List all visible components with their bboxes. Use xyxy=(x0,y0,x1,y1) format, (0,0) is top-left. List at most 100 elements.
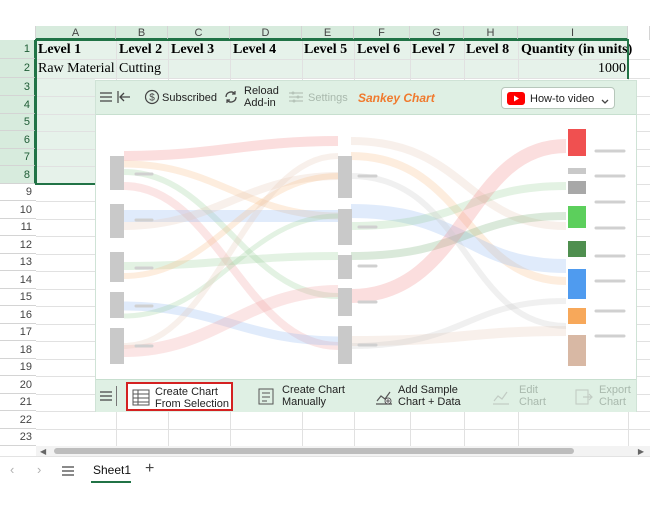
row-header-4[interactable]: 4 xyxy=(0,96,36,114)
sankey-node-dark-green xyxy=(568,241,586,257)
cell-e1[interactable]: Level 5 xyxy=(304,42,347,58)
sankey-node xyxy=(338,326,352,364)
sheet-list-menu-icon[interactable] xyxy=(61,464,75,476)
row-header-1[interactable]: 1 xyxy=(0,40,36,59)
list-edit-icon xyxy=(258,388,276,405)
settings-label[interactable]: Settings xyxy=(308,92,348,104)
svg-text:$: $ xyxy=(149,93,155,104)
cell-g1[interactable]: Level 7 xyxy=(412,42,455,58)
reload-label-line2[interactable]: Add-in xyxy=(244,97,276,109)
cell-d1[interactable]: Level 4 xyxy=(233,42,276,58)
prev-sheet-chevron-icon[interactable]: ‹ xyxy=(10,462,14,477)
sample-chart-icon xyxy=(374,388,394,406)
row-header-15[interactable]: 15 xyxy=(0,289,36,306)
toolbar-divider xyxy=(116,386,117,406)
row-header-21[interactable]: 21 xyxy=(0,394,36,411)
add-sample-chart-button[interactable]: Add Sample Chart + Data xyxy=(372,382,472,411)
sankey-flow xyxy=(350,326,567,346)
hamburger-menu-icon[interactable] xyxy=(99,90,113,104)
cell-i1[interactable]: Quantity (in units) xyxy=(521,42,632,58)
row-header-6[interactable]: 6 xyxy=(0,131,36,149)
sankey-flow xyxy=(123,136,339,161)
hamburger-menu-icon[interactable] xyxy=(99,389,113,403)
scroll-right-icon[interactable]: ▶ xyxy=(638,447,644,456)
sheet-tab-label: Sheet1 xyxy=(93,463,132,477)
column-header-c[interactable]: C xyxy=(168,26,230,40)
export-chart-button[interactable]: Export Chart xyxy=(574,382,636,411)
row-header-12[interactable]: 12 xyxy=(0,236,36,254)
column-header-e[interactable]: E xyxy=(302,26,354,40)
row-header-19[interactable]: 19 xyxy=(0,359,36,376)
horizontal-scrollbar[interactable]: ◀ ▶ xyxy=(36,446,650,456)
youtube-icon xyxy=(507,92,525,105)
column-header-b[interactable]: B xyxy=(116,26,168,40)
subscribed-label[interactable]: Subscribed xyxy=(162,92,217,104)
row-header-22[interactable]: 22 xyxy=(0,411,36,429)
next-sheet-chevron-icon[interactable]: › xyxy=(37,462,41,477)
column-header-g[interactable]: G xyxy=(410,26,464,40)
row-header-16[interactable]: 16 xyxy=(0,306,36,324)
sankey-node xyxy=(110,292,124,318)
row-header-13[interactable]: 13 xyxy=(0,254,36,271)
cell-f1[interactable]: Level 6 xyxy=(357,42,400,58)
column-header-a[interactable]: A xyxy=(36,26,116,40)
sheet-tab-sheet1[interactable]: Sheet1 xyxy=(91,459,131,483)
column-header-f[interactable]: F xyxy=(354,26,410,40)
sankey-chart-svg xyxy=(110,129,626,366)
column-header-j[interactable] xyxy=(628,26,650,40)
row-header-7[interactable]: 7 xyxy=(0,149,36,166)
sankey-node xyxy=(338,209,352,245)
edit-chart-button[interactable]: Edit Chart xyxy=(491,382,551,411)
cell-h1[interactable]: Level 8 xyxy=(466,42,509,58)
add-sheet-plus-icon[interactable]: + xyxy=(145,460,154,478)
sankey-node xyxy=(110,252,124,282)
how-to-video-dropdown[interactable]: How-to video xyxy=(501,87,615,109)
reload-icon[interactable] xyxy=(223,89,239,105)
edit-chart-icon xyxy=(491,388,511,406)
sankey-node xyxy=(338,255,352,279)
sankey-addin-panel: $ Subscribed Reload Add-in Settings Sank… xyxy=(95,80,637,412)
cell-c1[interactable]: Level 3 xyxy=(171,42,214,58)
row-header-23[interactable]: 23 xyxy=(0,429,36,446)
create-chart-manually-button[interactable]: Create Chart Manually xyxy=(256,382,356,411)
create-chart-manually-line2: Manually xyxy=(282,396,327,408)
cell-i2[interactable]: 1000 xyxy=(598,61,626,77)
row-header-18[interactable]: 18 xyxy=(0,341,36,359)
select-all-corner[interactable] xyxy=(0,26,36,40)
settings-sliders-icon xyxy=(288,90,304,104)
row-header-17[interactable]: 17 xyxy=(0,324,36,341)
cell-a2[interactable]: Raw Material xyxy=(38,61,115,77)
column-header-d[interactable]: D xyxy=(230,26,302,40)
edit-chart-line2: Chart xyxy=(519,396,546,408)
row-header-20[interactable]: 20 xyxy=(0,376,36,394)
column-header-h[interactable]: H xyxy=(464,26,518,40)
table-grid-icon xyxy=(132,389,150,406)
column-header-i[interactable]: I xyxy=(518,26,628,40)
edit-chart-line1: Edit xyxy=(519,384,538,396)
row-header-2[interactable]: 2 xyxy=(0,59,36,78)
row-header-14[interactable]: 14 xyxy=(0,271,36,289)
reload-label-line1[interactable]: Reload xyxy=(244,85,279,97)
scrollbar-thumb[interactable] xyxy=(54,448,574,454)
create-chart-from-selection-button[interactable]: Create Chart From Selection xyxy=(126,382,233,411)
sankey-node-grey-small xyxy=(568,168,586,174)
scroll-left-icon[interactable]: ◀ xyxy=(40,447,46,456)
row-header-9[interactable]: 9 xyxy=(0,184,36,201)
export-chart-line2: Chart xyxy=(599,396,626,408)
addin-title: Sankey Chart xyxy=(358,91,435,105)
row-header-5[interactable]: 5 xyxy=(0,114,36,131)
back-arrow-icon[interactable] xyxy=(116,89,132,105)
cell-b2[interactable]: Cutting xyxy=(119,61,161,77)
row-header-3[interactable]: 3 xyxy=(0,78,36,96)
create-chart-from-selection-line2: From Selection xyxy=(155,398,229,410)
row-header-11[interactable]: 11 xyxy=(0,219,36,236)
row-header-8[interactable]: 8 xyxy=(0,166,36,184)
cell-a1[interactable]: Level 1 xyxy=(38,42,81,58)
addin-toolbar: $ Subscribed Reload Add-in Settings Sank… xyxy=(96,81,636,115)
sankey-node-orange xyxy=(568,308,586,324)
create-chart-from-selection-line1: Create Chart xyxy=(155,386,218,398)
export-icon xyxy=(574,388,594,406)
row-header-10[interactable]: 10 xyxy=(0,201,36,219)
dollar-circle-icon: $ xyxy=(144,89,160,105)
cell-b1[interactable]: Level 2 xyxy=(119,42,162,58)
